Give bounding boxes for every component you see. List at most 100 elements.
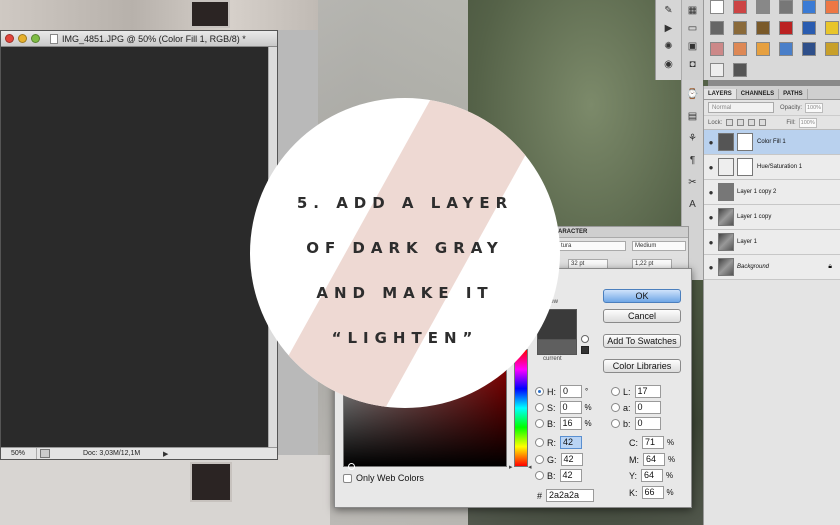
adjust-icon[interactable]: ▦ [686, 4, 700, 18]
hue-radio[interactable] [535, 387, 544, 396]
color-libraries-button[interactable]: Color Libraries [603, 359, 681, 373]
curves-icon[interactable] [756, 0, 770, 14]
brightness-icon[interactable] [710, 0, 724, 14]
lab-a-field[interactable]: 0 [634, 401, 661, 414]
blend-mode-select[interactable]: Normal [708, 102, 774, 113]
document-titlebar[interactable]: IMG_4851.JPG @ 50% (Color Fill 1, RGB/8)… [1, 31, 277, 47]
opacity-field[interactable]: 100% [805, 102, 824, 113]
eye-icon[interactable]: ● [704, 138, 718, 147]
yellow-field[interactable]: 64 [641, 469, 664, 482]
huesat-icon[interactable] [825, 0, 839, 14]
blank-icon[interactable] [710, 63, 724, 77]
layer-row[interactable]: ● Color Fill 1 [704, 130, 840, 155]
only-web-colors[interactable]: Only Web Colors [343, 473, 424, 483]
ok-button[interactable]: OK [603, 289, 681, 303]
mask-thumbnail[interactable] [737, 158, 753, 176]
tab-channels[interactable]: CHANNELS [737, 89, 780, 99]
exposure-icon[interactable] [779, 0, 793, 14]
threshold-icon[interactable] [710, 42, 724, 56]
layer-row[interactable]: ● Layer 1 copy [704, 205, 840, 230]
font-family-select[interactable]: tura [558, 241, 626, 251]
eye-icon[interactable]: ● [704, 213, 718, 222]
invert-icon[interactable] [802, 21, 816, 35]
colorbalance-icon[interactable] [710, 21, 724, 35]
magenta-field[interactable]: 64 [643, 453, 665, 466]
lab-l-field[interactable]: 17 [634, 385, 661, 398]
eye-icon[interactable]: ● [704, 263, 718, 272]
add-to-swatches-button[interactable]: Add To Swatches [603, 334, 681, 348]
color-field-marker[interactable] [348, 463, 355, 470]
channelmixer-icon[interactable] [779, 21, 793, 35]
only-web-colors-checkbox[interactable] [343, 473, 352, 483]
paragraph-icon[interactable]: ¶ [686, 154, 700, 168]
eye-icon[interactable]: ● [704, 238, 718, 247]
pattern-icon[interactable] [825, 42, 839, 56]
bw-icon[interactable] [733, 21, 747, 35]
layer-comp-icon[interactable]: ▭ [686, 22, 700, 36]
lock-pixels-icon[interactable] [737, 119, 745, 126]
layer-row[interactable]: ● Layer 1 copy 2 [704, 180, 840, 205]
tools-icon[interactable]: ✂ [686, 176, 700, 190]
websafe-swatch-icon[interactable] [581, 346, 589, 354]
photofilter-icon[interactable] [756, 21, 770, 35]
lab-b-radio[interactable] [611, 419, 620, 428]
zoom-button[interactable] [31, 34, 40, 43]
cancel-button[interactable]: Cancel [603, 309, 681, 323]
dock-panel-icon[interactable]: ▤ [686, 110, 700, 124]
status-menu-arrow-icon[interactable]: ▶ [163, 450, 168, 458]
layer-row[interactable]: ● Background 🔒︎ [704, 255, 840, 280]
levels-icon[interactable] [733, 0, 747, 14]
character-icon[interactable]: A [686, 198, 700, 212]
status-icon[interactable] [40, 449, 50, 458]
selective-icon[interactable] [756, 42, 770, 56]
play-icon[interactable]: ▶ [662, 22, 676, 36]
font-style-select[interactable]: Medium [632, 241, 686, 251]
fill-field[interactable]: 100% [798, 117, 817, 128]
mask-icon[interactable]: ◘ [686, 58, 700, 72]
saturation-radio[interactable] [535, 403, 544, 412]
hex-field[interactable]: 2a2a2a [546, 489, 595, 502]
eye-icon[interactable]: ● [704, 188, 718, 197]
image-icon[interactable]: ▣ [686, 40, 700, 54]
gamut-warning-icon[interactable] [581, 335, 589, 343]
lab-a-radio[interactable] [611, 403, 620, 412]
preset-icon[interactable] [779, 42, 793, 56]
circle-icon[interactable]: ◉ [662, 58, 676, 72]
green-radio[interactable] [535, 455, 544, 464]
hue-slider-left-arrow-icon[interactable]: ▸ [509, 463, 513, 471]
hue-slider-right-arrow-icon[interactable]: ◂ [528, 463, 532, 471]
blue-field[interactable]: 42 [559, 469, 582, 482]
eye-icon[interactable]: ● [704, 163, 718, 172]
blue-radio[interactable] [535, 471, 544, 480]
dark-icon[interactable] [733, 63, 747, 77]
mask-thumbnail[interactable] [737, 133, 753, 151]
hue-slider[interactable] [514, 349, 528, 467]
zoom-field[interactable]: 50% [1, 448, 37, 459]
lab-l-radio[interactable] [611, 387, 620, 396]
gradient-icon[interactable] [802, 42, 816, 56]
brightness-radio[interactable] [535, 419, 544, 428]
brightness-field[interactable]: 16 [559, 417, 582, 430]
saturation-field[interactable]: 0 [559, 401, 582, 414]
minimize-button[interactable] [18, 34, 27, 43]
tab-paths[interactable]: PATHS [779, 89, 808, 99]
document-canvas[interactable] [1, 47, 269, 448]
lock-all-icon[interactable] [759, 119, 767, 126]
posterize-icon[interactable] [825, 21, 839, 35]
cyan-field[interactable]: 71 [642, 436, 664, 449]
brush-tool-icon[interactable]: ✎ [662, 4, 676, 18]
lab-b-field[interactable]: 0 [634, 417, 661, 430]
lock-position-icon[interactable] [748, 119, 756, 126]
red-field[interactable]: 42 [560, 436, 582, 449]
layer-row[interactable]: ● Hue/Saturation 1 [704, 155, 840, 180]
gradientmap-icon[interactable] [733, 42, 747, 56]
clone-source-icon[interactable]: ⚘ [686, 132, 700, 146]
close-button[interactable] [5, 34, 14, 43]
sparkle-icon[interactable]: ✺ [662, 40, 676, 54]
hue-field[interactable]: 0 [560, 385, 582, 398]
history-icon[interactable]: ⌚ [686, 88, 700, 102]
black-field[interactable]: 66 [641, 486, 664, 499]
red-radio[interactable] [535, 438, 544, 447]
lock-transparent-icon[interactable] [726, 119, 734, 126]
layer-row[interactable]: ● Layer 1 [704, 230, 840, 255]
